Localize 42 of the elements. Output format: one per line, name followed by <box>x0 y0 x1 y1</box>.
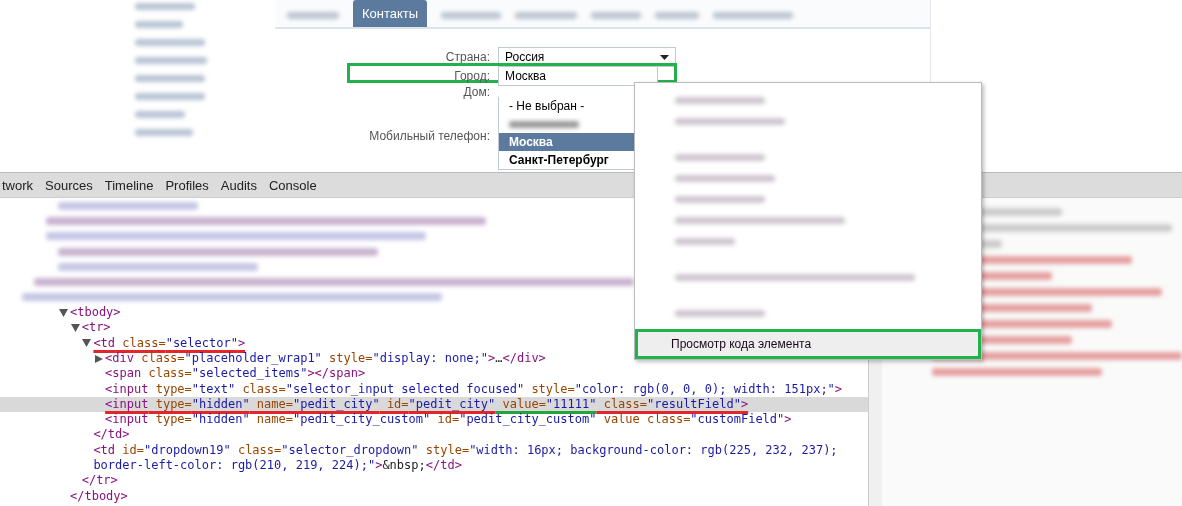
profile-tab[interactable]: Контакты <box>353 0 428 27</box>
html-code-line: border-left-color: rgb(210, 219, 224);">&nbsp;</td> <box>93 458 462 474</box>
blurred-text <box>135 111 185 118</box>
blurred-text <box>135 93 205 100</box>
html-code-line: <div class="placeholder_wrap1" style="display: none;">…</div> <box>105 350 546 367</box>
html-code-line: <input type="text" class="selector_input selected focused" style="color: rgb(0, 0, 0); width: 151px;"> <box>105 381 843 397</box>
blurred-text <box>515 12 578 19</box>
field-label: Город: <box>453 69 490 83</box>
html-code-line: <tbody> <box>70 305 121 321</box>
blurred-text <box>135 75 205 82</box>
devtools-tab[interactable]: twork <box>2 177 34 193</box>
field-label: Дом: <box>462 85 490 99</box>
devtools-tab[interactable]: Sources <box>45 177 93 193</box>
html-code-line: <td id="dropdown19" class="selector_dropdown" style="width: 16px; background-color: rgb(225, 232, 237); <box>93 442 838 459</box>
blurred-text <box>655 12 700 19</box>
devtools-tab[interactable]: Audits <box>220 177 257 193</box>
html-code-line: <tr> <box>81 320 111 336</box>
devtools-tab[interactable]: Console <box>268 177 317 193</box>
field-label: Мобильный телефон: <box>368 129 490 143</box>
field-label: Страна: <box>444 50 490 64</box>
blurred-text <box>287 12 339 19</box>
dropdown-arrow-icon <box>660 54 669 60</box>
html-code-line: <input type="hidden" name="pedit_city_custom" id="pedit_city_custom" value class="customField"> <box>105 412 792 428</box>
html-code-line: </tbody> <box>70 488 128 504</box>
blurred-text <box>135 21 183 28</box>
blurred-text <box>135 3 195 10</box>
html-code-line: </tr> <box>81 473 118 489</box>
city-input[interactable]: Москва <box>498 66 658 86</box>
devtools-tab[interactable]: Timeline <box>104 177 154 193</box>
devtools-tab[interactable]: Profiles <box>165 177 209 193</box>
blurred-text <box>509 120 579 128</box>
blurred-text <box>135 57 207 64</box>
blurred-text <box>135 129 193 136</box>
html-code-line: <td class="selector"> <box>93 335 246 351</box>
blurred-text <box>441 12 502 19</box>
html-code-line: </td> <box>93 427 130 443</box>
blurred-text <box>675 238 735 245</box>
html-code-line: <span class="selected_items"></span> <box>105 366 366 382</box>
blurred-text <box>135 39 205 46</box>
html-code-line: <input type="hidden" name="pedit_city" id="pedit_city" value="11111" class="resultField"> <box>105 396 749 413</box>
menu-item[interactable]: Просмотр кода элемента <box>635 329 981 359</box>
blurred-text <box>591 12 642 19</box>
